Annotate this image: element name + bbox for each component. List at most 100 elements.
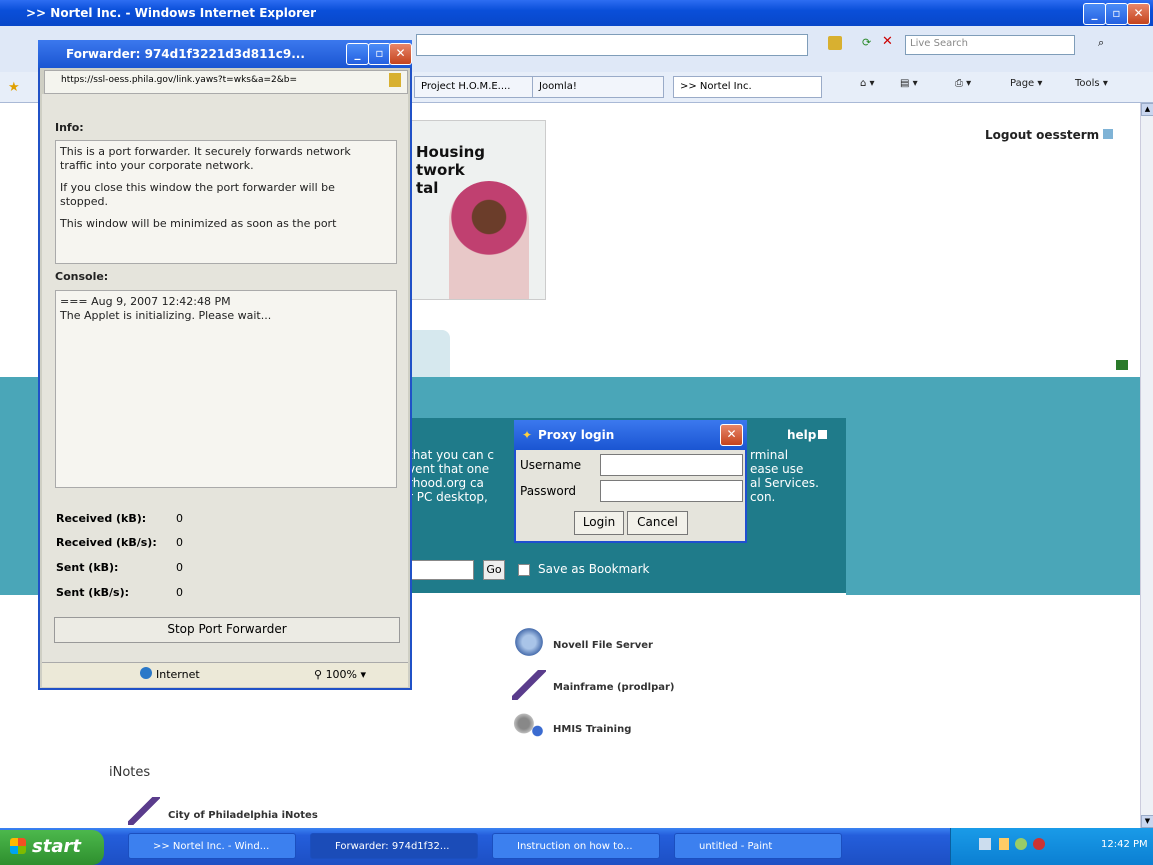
search-icon[interactable]: ⌕ — [1098, 36, 1104, 50]
logout-link[interactable]: Logout oessterm — [985, 128, 1114, 142]
received-kbs-value: 0 — [176, 536, 183, 549]
info-textarea[interactable]: This is a port forwarder. It securely fo… — [55, 140, 397, 264]
info-paragraph: This window will be minimized as soon as… — [60, 217, 337, 230]
favorites-star-icon[interactable]: ★ — [8, 80, 20, 95]
forwarder-close-button[interactable]: ✕ — [389, 43, 412, 65]
forwarder-status-bar: Internet ⚲ 100% ▾ — [42, 662, 408, 687]
username-field[interactable] — [600, 454, 743, 476]
scroll-down-icon[interactable]: ▼ — [1141, 815, 1153, 828]
cancel-button[interactable]: Cancel — [627, 511, 688, 535]
logout-label: Logout oessterm — [985, 128, 1100, 142]
app-hmis[interactable]: HMIS Training — [553, 724, 631, 735]
portal-logo: Housing twork tal — [408, 120, 546, 300]
taskbar-item-forwarder[interactable]: Forwarder: 974d1f32... — [310, 833, 478, 859]
security-icon[interactable] — [1015, 838, 1027, 850]
close-button[interactable]: ✕ — [1127, 3, 1150, 25]
home-icon[interactable]: ⌂ ▾ — [860, 78, 875, 89]
url-input[interactable] — [410, 560, 474, 580]
clock: 12:42 PM — [1101, 839, 1148, 850]
app-novell[interactable]: Novell File Server — [553, 640, 653, 651]
maximize-button[interactable]: ▫ — [1105, 3, 1128, 25]
tab-joomla[interactable]: Joomla! — [532, 76, 664, 98]
sent-kb-value: 0 — [176, 561, 183, 574]
console-line: === Aug 9, 2007 12:42:48 PM — [60, 295, 231, 308]
page-menu[interactable]: Page ▾ — [1010, 78, 1042, 89]
info-paragraph: This is a port forwarder. It securely fo… — [60, 145, 351, 172]
speaker-icon[interactable] — [999, 838, 1009, 850]
gears-icon[interactable] — [512, 710, 546, 740]
alert-icon[interactable] — [1033, 838, 1045, 850]
forwarder-maximize-button[interactable]: ▫ — [368, 43, 391, 65]
bookmark-checkbox[interactable] — [518, 564, 530, 576]
password-label: Password — [520, 484, 577, 498]
info-label: Info: — [55, 121, 84, 134]
app-inotes[interactable]: City of Philadelphia iNotes — [168, 810, 318, 821]
notes-heading: iNotes — [109, 765, 151, 780]
help-icon — [818, 430, 828, 439]
windows-logo-icon — [10, 838, 26, 854]
received-kb-value: 0 — [176, 512, 183, 525]
received-kb-label: Received (kB): — [56, 512, 147, 525]
help-link[interactable]: help — [787, 428, 828, 442]
zoom-level[interactable]: ⚲ 100% ▾ — [314, 668, 366, 681]
console-line: The Applet is initializing. Please wait.… — [60, 309, 272, 322]
go-button[interactable]: Go — [483, 560, 505, 580]
received-kbs-label: Received (kB/s): — [56, 536, 157, 549]
scroll-up-icon[interactable]: ▲ — [1141, 103, 1153, 116]
logo-line: twork — [416, 161, 465, 179]
tools-menu-label: Tools — [1075, 78, 1100, 89]
refresh-icon[interactable]: ⟳ — [862, 36, 871, 49]
search-input[interactable]: Live Search — [905, 35, 1075, 55]
stop-port-forwarder-button[interactable]: Stop Port Forwarder — [54, 617, 400, 643]
forwarder-address-bar[interactable]: https://ssl-oess.phila.gov/link.yaws?t=w… — [44, 70, 408, 94]
login-button[interactable]: Login — [574, 511, 624, 535]
bookmark-label: Save as Bookmark — [538, 562, 650, 576]
taskbar-item-ie[interactable]: >> Nortel Inc. - Wind... — [128, 833, 296, 859]
sent-kbs-label: Sent (kB/s): — [56, 586, 130, 599]
zone-label: Internet — [156, 668, 200, 681]
ie-window-title: >> Nortel Inc. - Windows Internet Explor… — [26, 6, 317, 20]
console-textarea[interactable]: === Aug 9, 2007 12:42:48 PM The Applet i… — [55, 290, 397, 488]
taskbar-item-paint[interactable]: untitled - Paint — [674, 833, 842, 859]
proxy-title-bar: ✦ Proxy login ✕ — [514, 420, 747, 450]
notes-icon[interactable] — [128, 797, 160, 825]
ie-title-bar: >> Nortel Inc. - Windows Internet Explor… — [0, 0, 1153, 26]
minimize-button[interactable]: _ — [1083, 3, 1106, 25]
lock-icon — [828, 36, 842, 50]
tab-project-home[interactable]: Project H.O.M.E.... — [414, 76, 540, 98]
taskbar-item-instruction[interactable]: Instruction on how to... — [492, 833, 660, 859]
username-label: Username — [520, 458, 582, 472]
network-icon[interactable] — [979, 838, 991, 850]
proxy-title: Proxy login — [538, 428, 615, 442]
forwarder-url: https://ssl-oess.phila.gov/link.yaws?t=w… — [61, 75, 298, 85]
forwarder-minimize-button[interactable]: _ — [346, 43, 369, 65]
tab-nortel[interactable]: >> Nortel Inc. — [673, 76, 822, 98]
info-paragraph: If you close this window the port forwar… — [60, 181, 335, 208]
server-icon[interactable] — [512, 627, 546, 657]
mainframe-icon[interactable] — [512, 670, 546, 700]
lock-icon — [389, 73, 401, 87]
forwarder-title: Forwarder: 974d1f3221d3d811c9... — [66, 47, 305, 61]
system-tray: 12:42 PM — [950, 828, 1153, 865]
feeds-icon[interactable]: ▤ ▾ — [900, 78, 918, 89]
proxy-close-button[interactable]: ✕ — [720, 424, 743, 446]
page-scrollbar[interactable]: ▲ ▼ — [1140, 103, 1153, 828]
tools-menu[interactable]: Tools ▾ — [1075, 78, 1108, 89]
page-menu-label: Page — [1010, 78, 1035, 89]
print-icon[interactable]: ⎙ ▾ — [955, 78, 971, 89]
password-field[interactable] — [600, 480, 743, 502]
family-photo — [449, 181, 529, 299]
start-label: start — [32, 836, 81, 857]
folder-icon[interactable] — [1116, 360, 1128, 370]
help-label: help — [787, 428, 817, 442]
console-label: Console: — [55, 270, 109, 283]
address-bar[interactable] — [416, 34, 808, 56]
start-button[interactable]: start — [0, 830, 104, 865]
sent-kb-label: Sent (kB): — [56, 561, 119, 574]
zoom-value: 100% — [325, 668, 358, 681]
app-mainframe[interactable]: Mainframe (prodlpar) — [553, 682, 674, 693]
java-icon: ✦ — [522, 428, 533, 442]
globe-icon — [140, 667, 152, 679]
stop-icon[interactable]: ✕ — [882, 34, 893, 49]
logo-line: Housing — [416, 143, 486, 161]
